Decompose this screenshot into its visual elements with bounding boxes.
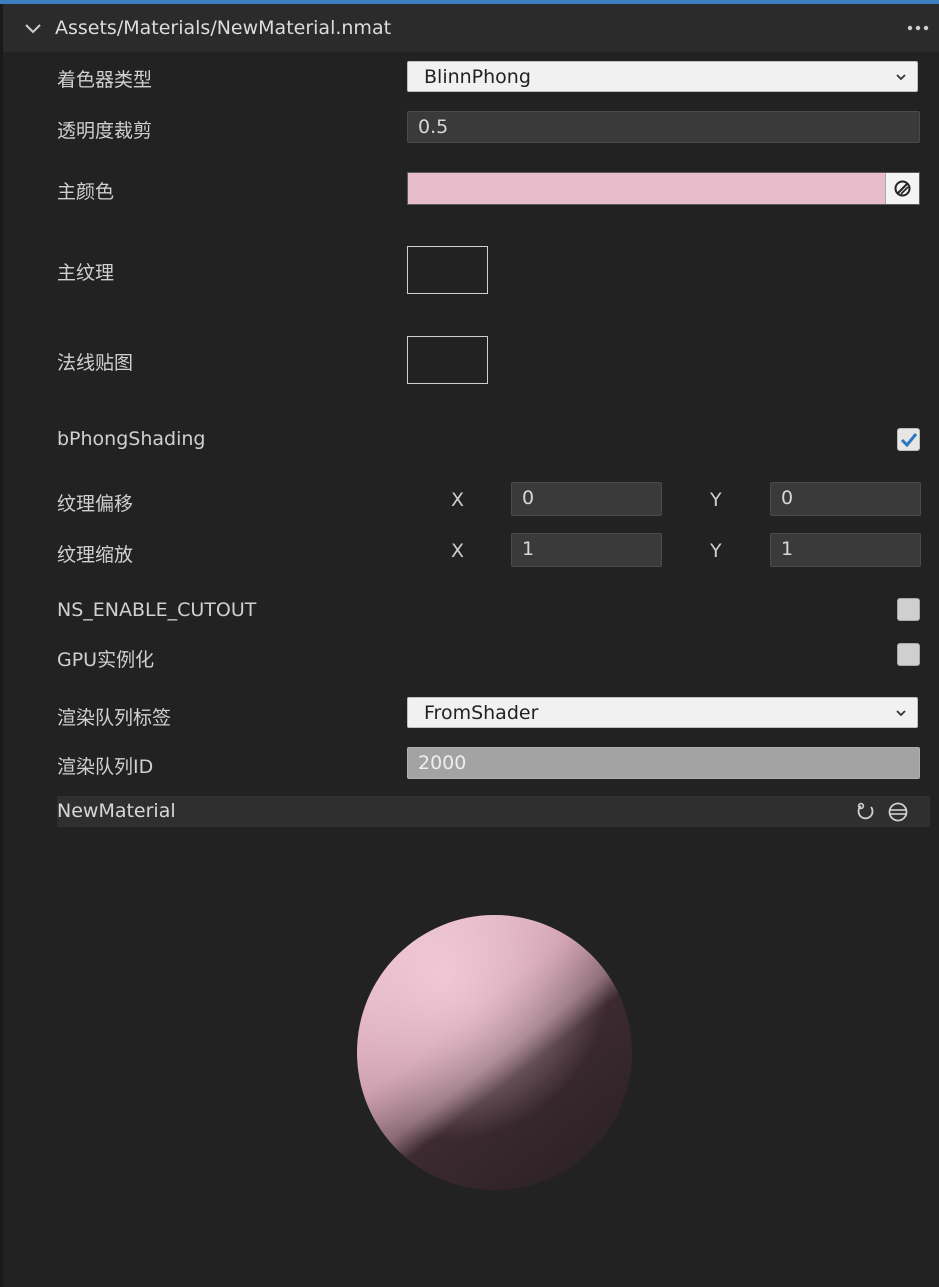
- render-queue-tag-value: FromShader: [424, 702, 539, 724]
- shader-type-label: 着色器类型: [57, 69, 153, 91]
- chevron-down-icon: [896, 710, 906, 717]
- enable-cutout-label: NS_ENABLE_CUTOUT: [57, 599, 257, 621]
- checkmark-icon: [900, 433, 918, 448]
- texture-scale-y-value: 1: [781, 538, 794, 560]
- chevron-down-icon: [896, 74, 906, 81]
- texture-scale-y-label: Y: [710, 540, 722, 562]
- main-color-label: 主颜色: [57, 181, 115, 203]
- gpu-instancing-checkbox[interactable]: [897, 643, 920, 666]
- render-queue-id-label: 渲染队列ID: [57, 756, 154, 778]
- texture-offset-x-label: X: [451, 489, 465, 511]
- render-queue-tag-dropdown[interactable]: FromShader: [407, 697, 918, 728]
- normal-map-label: 法线贴图: [57, 352, 134, 374]
- color-picker-button[interactable]: [885, 173, 919, 204]
- render-queue-id-value: 2000: [418, 752, 467, 774]
- color-picker-icon: [894, 180, 911, 197]
- texture-offset-y-input[interactable]: 0: [770, 482, 921, 516]
- more-horizontal-icon[interactable]: [907, 24, 929, 32]
- asset-path-title: Assets/Materials/NewMaterial.nmat: [55, 17, 392, 39]
- texture-offset-label: 纹理偏移: [57, 493, 134, 515]
- sphere-mesh-icon[interactable]: [887, 801, 909, 823]
- texture-offset-x-value: 0: [522, 487, 535, 509]
- normal-map-slot[interactable]: [407, 336, 488, 384]
- alpha-cutoff-label: 透明度裁剪: [57, 120, 153, 142]
- texture-scale-y-input[interactable]: 1: [770, 533, 921, 567]
- main-texture-label: 主纹理: [57, 262, 115, 284]
- texture-scale-x-label: X: [451, 540, 465, 562]
- shader-type-dropdown[interactable]: BlinnPhong: [407, 61, 918, 92]
- texture-offset-y-label: Y: [710, 489, 722, 511]
- texture-scale-x-input[interactable]: 1: [511, 533, 662, 567]
- rotate-preview-icon[interactable]: [855, 801, 877, 823]
- alpha-cutoff-value: 0.5: [418, 116, 449, 138]
- main-texture-slot[interactable]: [407, 246, 488, 294]
- texture-scale-label: 纹理缩放: [57, 544, 134, 566]
- gpu-instancing-label: GPU实例化: [57, 649, 155, 671]
- texture-scale-x-value: 1: [522, 538, 535, 560]
- render-queue-id-input: 2000: [407, 747, 920, 779]
- inspector-header[interactable]: Assets/Materials/NewMaterial.nmat: [3, 4, 939, 52]
- left-edge: [0, 4, 3, 1287]
- enable-cutout-checkbox[interactable]: [897, 598, 920, 621]
- phong-shading-label: bPhongShading: [57, 428, 206, 450]
- shader-type-value: BlinnPhong: [424, 66, 531, 88]
- alpha-cutoff-input[interactable]: 0.5: [407, 111, 920, 143]
- chevron-down-icon[interactable]: [23, 18, 43, 38]
- preview-title: NewMaterial: [57, 800, 176, 822]
- main-color-swatch[interactable]: [407, 172, 920, 205]
- material-preview-bar: NewMaterial: [57, 796, 930, 827]
- render-queue-tag-label: 渲染队列标签: [57, 707, 172, 729]
- phong-shading-checkbox[interactable]: [897, 428, 920, 451]
- texture-offset-y-value: 0: [781, 487, 794, 509]
- material-preview-sphere[interactable]: [356, 914, 633, 1191]
- texture-offset-x-input[interactable]: 0: [511, 482, 662, 516]
